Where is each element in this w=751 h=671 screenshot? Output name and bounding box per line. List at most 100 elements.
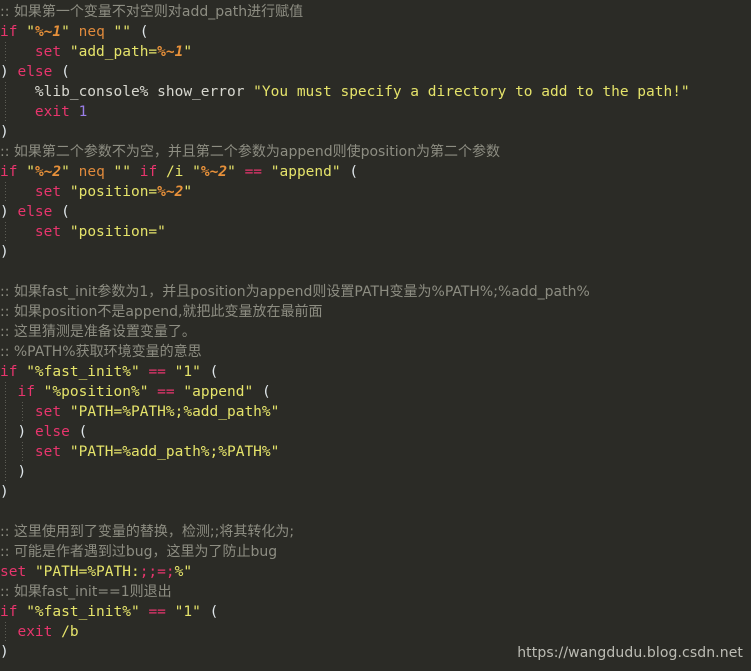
code-line[interactable]: if "%~1" neq "" (	[0, 22, 690, 42]
code-line[interactable]: :: %PATH%获取环境变量的意思	[0, 342, 690, 362]
token-kw: else	[17, 64, 53, 80]
indent-guide	[22, 402, 23, 422]
code-line[interactable]: :: 这里猜测是准备设置变量了。	[0, 322, 690, 342]
code-line[interactable]: if "%fast_init%" == "1" (	[0, 362, 690, 382]
code-line[interactable]: if "%position%" == "append" (	[0, 382, 690, 402]
token-str: "append"	[183, 384, 254, 400]
code-line[interactable]: )	[0, 482, 690, 502]
token-str: "	[227, 164, 236, 180]
token-var: %~2	[157, 184, 184, 200]
token-kw: if	[0, 604, 18, 620]
token-kw: set	[34, 184, 62, 200]
token-str: "append"	[270, 164, 341, 180]
token-var: %~1	[157, 44, 184, 60]
token-kw: exit	[17, 624, 53, 640]
code-line[interactable]: set "PATH=%PATH:;;=;%"	[0, 562, 690, 582]
code-line[interactable]: :: 如果fast_init==1则退出	[0, 582, 690, 602]
token-par: )	[17, 424, 27, 440]
indent-guide	[5, 442, 6, 462]
token-par: (	[209, 604, 219, 620]
token-kw: if	[0, 364, 18, 380]
token-str: "	[26, 164, 35, 180]
code-line[interactable]: %lib_console% show_error "You must speci…	[0, 82, 690, 102]
token-cmt: :: 如果fast_init==1则退出	[0, 584, 172, 600]
code-line[interactable]: :: 可能是作者遇到过bug，这里为了防止bug	[0, 542, 690, 562]
token-cmt: :: 这里猜测是准备设置变量了。	[0, 324, 196, 340]
token-par: (	[349, 164, 359, 180]
token-str: "1"	[174, 364, 201, 380]
token-str: "position="	[69, 224, 166, 240]
token-var: %~2	[200, 164, 228, 180]
token-par: (	[139, 24, 149, 40]
code-line[interactable]	[0, 502, 690, 522]
code-line[interactable]: set "add_path=%~1"	[0, 42, 690, 62]
token-str: ""	[113, 164, 132, 180]
token-op: ==	[148, 604, 166, 620]
token-sub: ;;=;	[139, 564, 175, 580]
token-cmt: :: 如果第一个变量不对空则对add_path进行赋值	[0, 4, 304, 20]
code-line[interactable]: ) else (	[0, 202, 690, 222]
indent-guide	[5, 422, 6, 442]
watermark-url: https://wangdudu.blog.csdn.net	[517, 645, 743, 661]
token-par: (	[261, 384, 271, 400]
code-line[interactable]: )	[0, 242, 690, 262]
code-line[interactable]: :: 如果fast_init参数为1，并且position为append则设置P…	[0, 282, 690, 302]
code-line[interactable]: ) else (	[0, 422, 690, 442]
token-par: )	[0, 64, 9, 80]
token-str: "	[26, 24, 35, 40]
indent-guide	[5, 82, 6, 102]
code-editor-screenshot: :: 如果第一个变量不对空则对add_path进行赋值if "%~1" neq …	[0, 0, 751, 671]
code-line[interactable]: :: 这里使用到了变量的替换，检测;;将其转化为;	[0, 522, 690, 542]
code-line[interactable]	[0, 262, 690, 282]
token-var: %~1	[34, 24, 62, 40]
code-line[interactable]: set "PATH=%add_path%;%PATH%"	[0, 442, 690, 462]
code-line[interactable]: if "%~2" neq "" if /i "%~2" == "append" …	[0, 162, 690, 182]
token-kw: if	[139, 164, 158, 180]
code-line[interactable]: )	[0, 462, 690, 482]
indent-guide	[5, 222, 6, 242]
code-line[interactable]: )	[0, 122, 690, 142]
code-listing[interactable]: :: 如果第一个变量不对空则对add_path进行赋值if "%~1" neq …	[0, 0, 690, 662]
token-par: (	[209, 364, 219, 380]
token-kw: if	[0, 24, 18, 40]
code-line[interactable]: :: 如果第二个参数不为空，并且第二个参数为append则使position为第…	[0, 142, 690, 162]
code-line[interactable]: set "position="	[0, 222, 690, 242]
code-line[interactable]: if "%fast_init%" == "1" (	[0, 602, 690, 622]
token-par: (	[78, 424, 88, 440]
token-op: ==	[157, 384, 175, 400]
token-str: "%fast_init%"	[26, 364, 140, 380]
code-line[interactable]: :: 如果第一个变量不对空则对add_path进行赋值	[0, 2, 690, 22]
indent-guide	[5, 42, 6, 62]
code-line[interactable]: exit 1	[0, 102, 690, 122]
token-str: "You must specify a directory to add to …	[253, 84, 690, 100]
code-line[interactable]: set "PATH=%PATH%;%add_path%"	[0, 402, 690, 422]
code-line[interactable]: set "position=%~2"	[0, 182, 690, 202]
token-str: "position=	[69, 184, 158, 200]
token-sw: /i	[165, 164, 184, 180]
token-pl: %lib_console% show_error	[0, 84, 254, 100]
code-line[interactable]: exit /b	[0, 622, 690, 642]
code-line[interactable]: ) else (	[0, 62, 690, 82]
token-par: )	[0, 244, 9, 260]
indent-guide	[5, 402, 6, 422]
code-line[interactable]: :: 如果position不是append,就把此变量放在最前面	[0, 302, 690, 322]
token-str: "PATH=%add_path%;%PATH%"	[69, 444, 280, 460]
token-str: "add_path=	[69, 44, 158, 60]
indent-guide	[5, 462, 6, 482]
